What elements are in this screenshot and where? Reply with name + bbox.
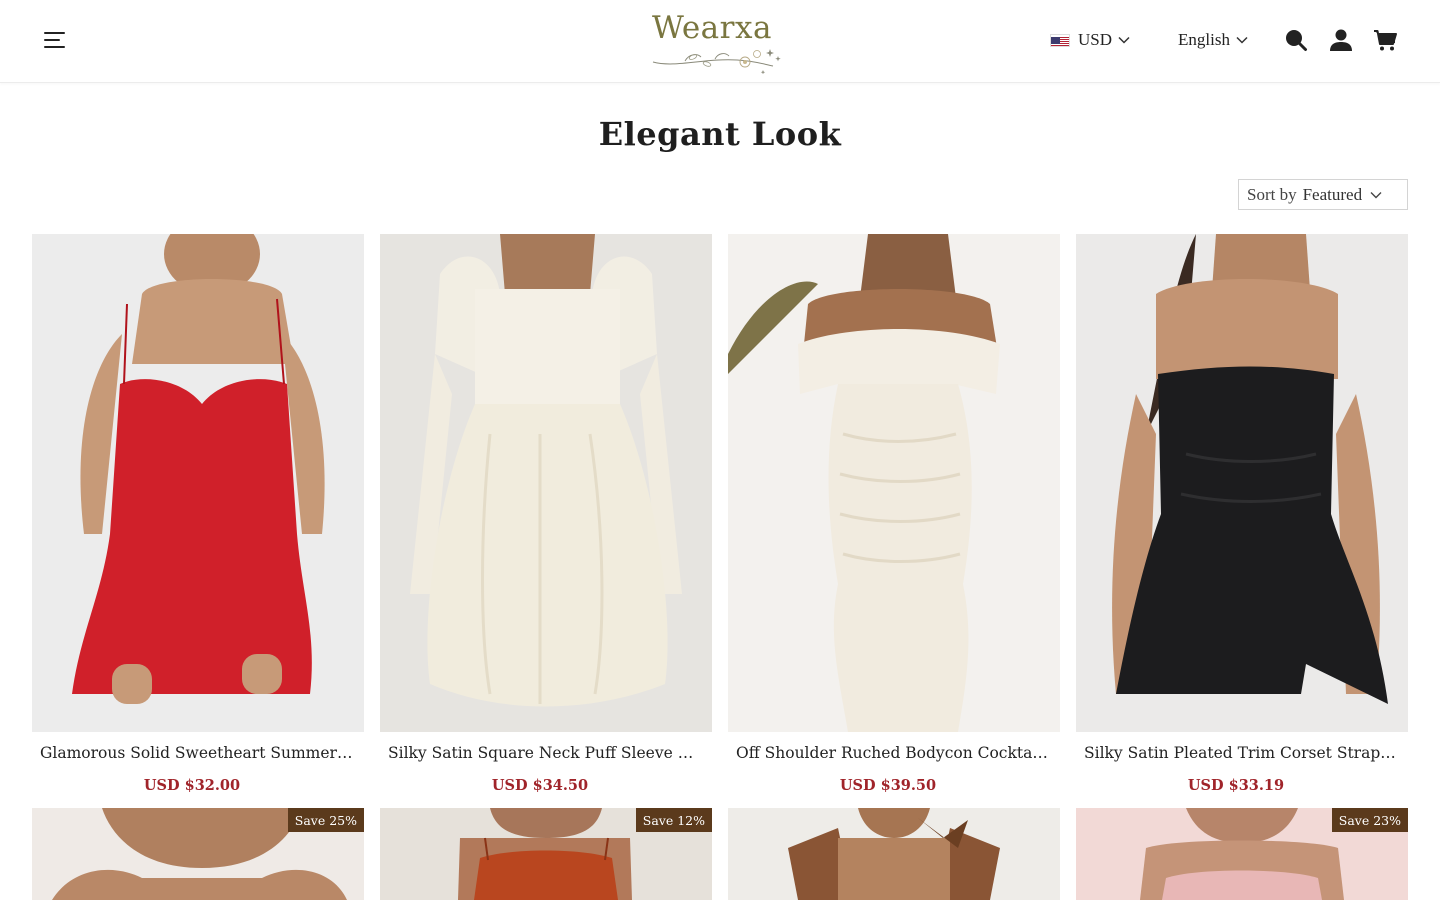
chevron-down-icon [1236, 36, 1248, 44]
product-card[interactable]: Save 25% [32, 808, 364, 900]
language-selector[interactable]: English [1178, 29, 1248, 51]
currency-label: USD [1078, 30, 1113, 49]
product-image[interactable] [1076, 234, 1408, 732]
language-label: English [1178, 30, 1230, 49]
product-card[interactable]: Save 23% [1076, 808, 1408, 900]
currency-selector[interactable]: USD [1050, 29, 1130, 51]
account-icon[interactable] [1329, 28, 1353, 52]
product-card[interactable]: Save 12% [380, 808, 712, 900]
logo[interactable]: Wearxa [645, 8, 790, 74]
sort-dropdown[interactable]: Sort by Featured [1238, 179, 1408, 210]
product-price: USD $34.50 [491, 777, 589, 794]
site-header: Wearxa USD English [0, 0, 1440, 83]
product-image[interactable] [32, 234, 364, 732]
product-price: USD $39.50 [839, 777, 937, 794]
product-price: USD $32.00 [143, 777, 241, 794]
chevron-down-icon [1370, 191, 1382, 198]
save-badge: Save 12% [635, 808, 712, 832]
save-badge: Save 23% [1331, 808, 1408, 832]
product-name[interactable]: Off Shoulder Ruched Bodycon Cocktail ... [728, 744, 1060, 762]
save-badge: Save 25% [287, 808, 364, 832]
sort-prefix: Sort by [1247, 184, 1297, 204]
floral-ornament-icon [652, 49, 781, 74]
product-name[interactable]: Silky Satin Square Neck Puff Sleeve Ba..… [380, 744, 712, 762]
product-image[interactable] [380, 234, 712, 732]
page-title: Elegant Look [598, 115, 842, 153]
chevron-down-icon [1118, 36, 1130, 44]
logo-text: Wearxa [652, 10, 772, 46]
product-name[interactable]: Glamorous Solid Sweetheart Summer J... [32, 744, 364, 762]
cart-icon[interactable] [1373, 28, 1397, 52]
product-name[interactable]: Silky Satin Pleated Trim Corset Straples… [1076, 744, 1408, 762]
product-image[interactable] [728, 234, 1060, 732]
product-card[interactable] [728, 808, 1060, 900]
product-price: USD $33.19 [1187, 777, 1285, 794]
menu-icon[interactable] [44, 31, 66, 49]
product-image[interactable] [728, 808, 1060, 900]
us-flag-icon [1050, 33, 1070, 47]
search-icon[interactable] [1284, 28, 1308, 52]
sort-value: Featured [1302, 184, 1363, 204]
